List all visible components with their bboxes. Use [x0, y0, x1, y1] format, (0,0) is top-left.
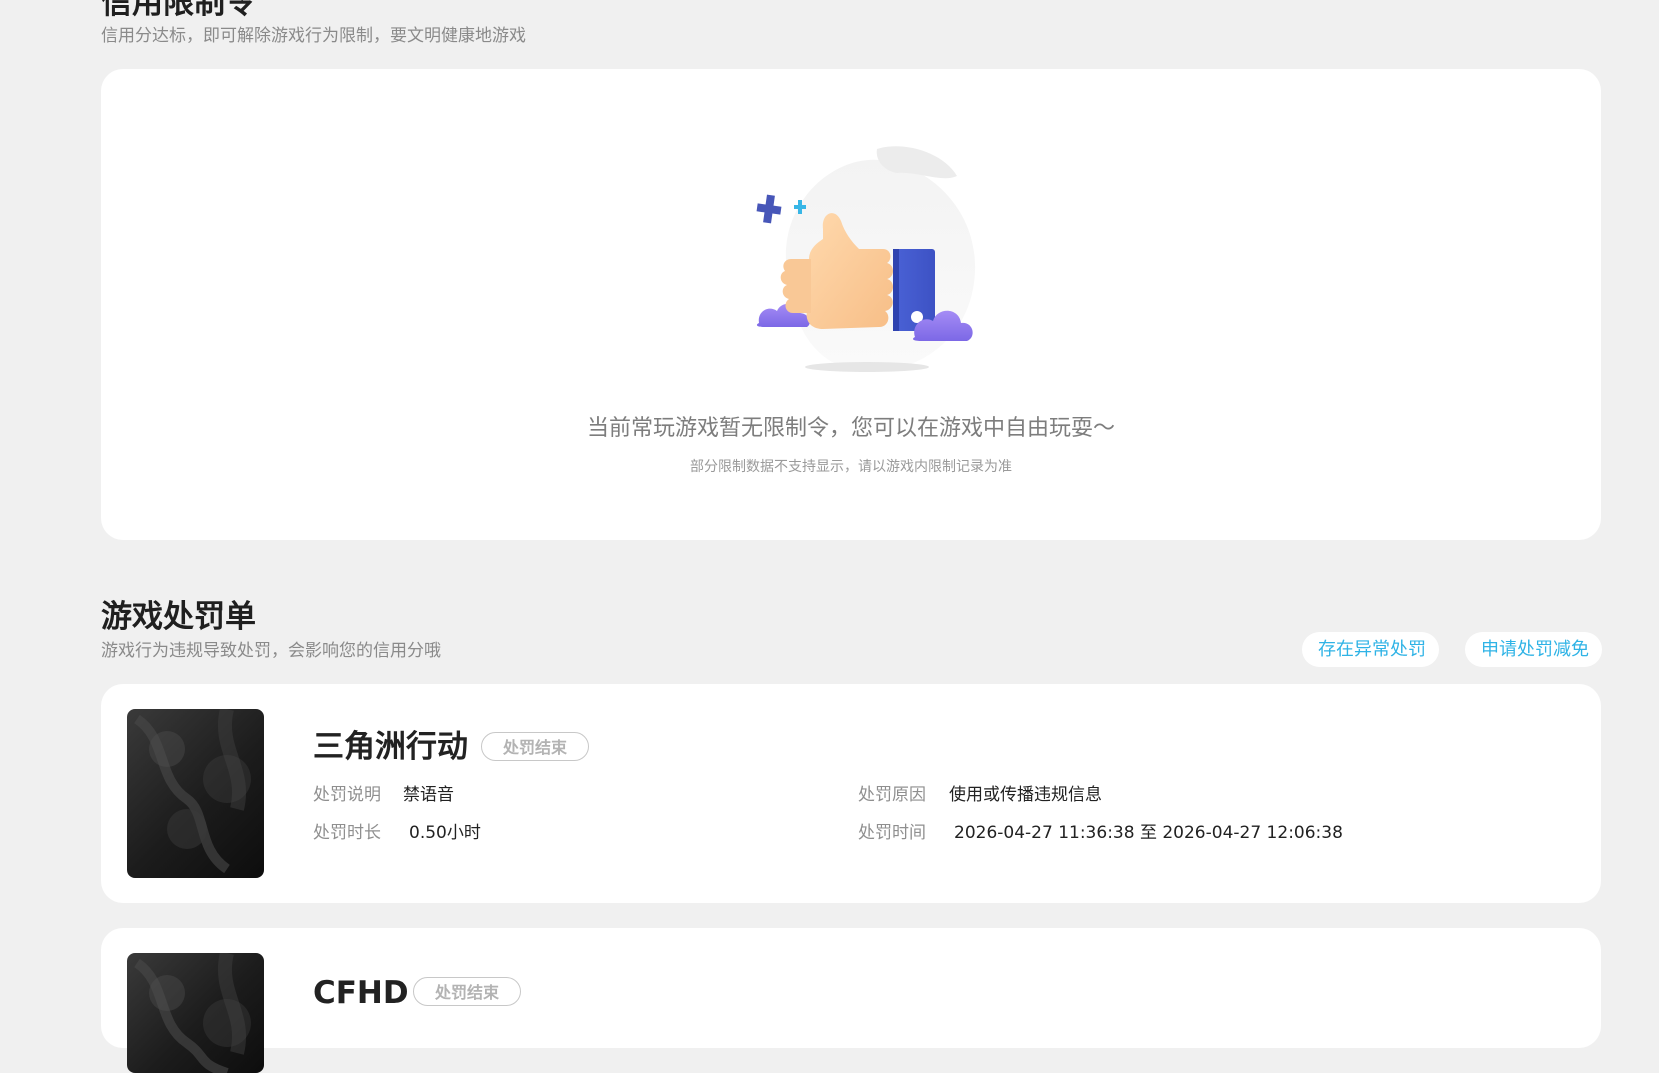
status-badge: 处罚结束: [413, 977, 521, 1006]
penalty-section-title: 游戏处罚单: [101, 599, 256, 635]
penalty-desc-label: 处罚说明: [313, 785, 381, 805]
restriction-section-title: 信用限制令: [101, 0, 256, 21]
penalty-card: 三角洲行动 处罚结束 处罚说明 禁语音 处罚原因 使用或传播违规信息 处罚时长 …: [101, 684, 1601, 903]
status-badge: 处罚结束: [481, 732, 589, 761]
apply-reduction-button[interactable]: 申请处罚减免: [1465, 632, 1602, 667]
penalty-time-label: 处罚时间: [858, 823, 926, 843]
penalty-duration-value: 0.50小时: [409, 823, 481, 843]
penalty-desc-value: 禁语音: [403, 785, 454, 805]
penalty-reason-value: 使用或传播违规信息: [949, 785, 1102, 805]
game-thumbnail: [127, 709, 264, 878]
restriction-empty-card: 当前常玩游戏暂无限制令，您可以在游戏中自由玩耍～ 部分限制数据不支持显示，请以游…: [101, 69, 1601, 540]
abnormal-penalty-button[interactable]: 存在异常处罚: [1302, 632, 1439, 667]
penalty-reason-label: 处罚原因: [858, 785, 926, 805]
penalty-duration-label: 处罚时长: [313, 823, 381, 843]
game-thumbnail: [127, 953, 264, 1073]
thumbs-up-icon: [727, 141, 1009, 389]
penalty-time-value: 2026-04-27 11:36:38 至 2026-04-27 12:06:3…: [954, 823, 1343, 843]
empty-restriction-message: 当前常玩游戏暂无限制令，您可以在游戏中自由玩耍～: [586, 416, 1115, 441]
empty-restriction-hint: 部分限制数据不支持显示，请以游戏内限制记录为准: [690, 459, 1012, 475]
game-title: 三角洲行动: [313, 729, 468, 765]
penalty-section-subtitle: 游戏行为违规导致处罚，会影响您的信用分哦: [101, 641, 441, 661]
restriction-section-subtitle: 信用分达标，即可解除游戏行为限制，要文明健康地游戏: [101, 26, 526, 46]
penalty-card: CFHD 处罚结束: [101, 928, 1601, 1073]
game-title: CFHD: [313, 975, 409, 1011]
